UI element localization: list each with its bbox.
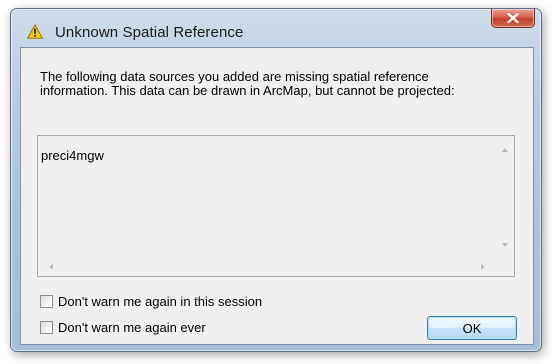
list-item[interactable]: preci4mgw xyxy=(41,148,104,163)
scroll-left-arrow-icon[interactable] xyxy=(49,264,53,270)
message-line-1: The following data sources you added are… xyxy=(40,69,429,84)
scroll-down-arrow-icon[interactable] xyxy=(502,243,508,247)
scroll-corner xyxy=(497,259,514,276)
warn-ever-label: Don't warn me again ever xyxy=(58,319,206,335)
message-line-2: information. This data can be drawn in A… xyxy=(40,83,455,98)
ok-button[interactable]: OK xyxy=(427,316,517,340)
warn-session-checkbox[interactable] xyxy=(40,294,53,308)
warn-ever-checkbox[interactable] xyxy=(40,320,53,334)
dialog-body: The following data sources you added are… xyxy=(20,47,534,345)
close-button[interactable] xyxy=(491,9,535,28)
vertical-scrollbar[interactable] xyxy=(497,136,514,259)
message-text: The following data sources you added are… xyxy=(40,70,520,98)
dialog-window: Unknown Spatial Reference The following … xyxy=(10,8,542,352)
warning-icon xyxy=(27,24,43,39)
data-sources-list[interactable]: preci4mgw xyxy=(37,135,515,277)
scroll-up-arrow-icon[interactable] xyxy=(502,148,508,152)
scroll-right-arrow-icon[interactable] xyxy=(481,264,485,270)
warn-session-label: Don't warn me again in this session xyxy=(58,293,263,309)
dialog-title: Unknown Spatial Reference xyxy=(55,24,244,41)
title-bar[interactable]: Unknown Spatial Reference xyxy=(11,9,541,41)
close-icon xyxy=(507,13,519,23)
warn-ever-row[interactable]: Don't warn me again ever xyxy=(40,319,206,335)
horizontal-scrollbar[interactable] xyxy=(38,259,497,276)
warn-session-row[interactable]: Don't warn me again in this session xyxy=(40,293,262,309)
